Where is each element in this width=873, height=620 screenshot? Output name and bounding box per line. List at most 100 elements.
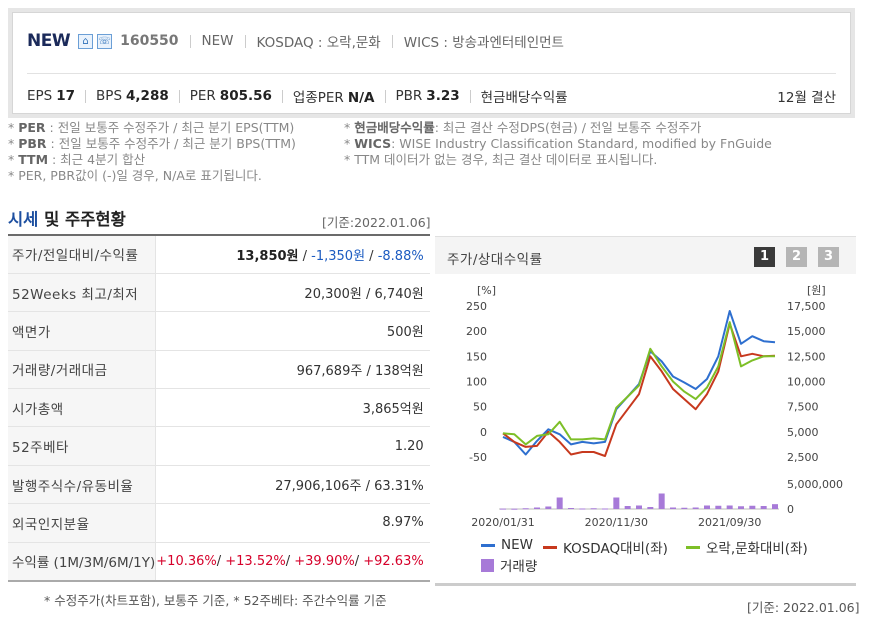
stock-identity-row: NEW ⌂ ☏ 160550 NEW KOSDAQ : 오락,문화 WICS :…: [27, 29, 564, 53]
stock-summary-card: NEW ⌂ ☏ 160550 NEW KOSDAQ : 오락,문화 WICS :…: [8, 8, 855, 118]
note-ttm: * TTM : 최근 4분기 합산: [8, 152, 146, 167]
x-tick-label: 2020/01/31: [471, 516, 534, 529]
legend-swatch: [481, 558, 494, 572]
settlement-month: 12월 결산: [777, 90, 836, 106]
price-values: 13,850원 / -1,350원 / -8.88%: [236, 248, 424, 264]
legend-swatch: [543, 545, 557, 549]
right-tick-label: 17,500: [787, 300, 826, 313]
returns-values: +10.36%/ +13.52%/ +39.90%/ +92.63%: [156, 553, 424, 569]
volume-bar: [647, 507, 654, 509]
table-row: 52주베타 1.20: [8, 426, 430, 466]
left-tick-label: -50: [469, 451, 487, 464]
volume-bar: [579, 508, 586, 510]
volume-bar: [602, 508, 608, 510]
right-tick-label: 2,500: [787, 451, 819, 464]
relative-return-chart: [%] [원] -50 0 50 100 150 200 250 2,500 5,000 7,500 1…: [466, 284, 843, 529]
volume-bar: [726, 505, 733, 509]
left-tick-label: 100: [466, 376, 487, 389]
chart-header: 주가/상대수익률 1 2 3: [435, 236, 856, 274]
market-sector: KOSDAQ : 오락,문화: [256, 35, 381, 51]
left-tick-label: 200: [466, 325, 487, 338]
metric-pbr: PBR 3.23: [395, 88, 460, 104]
volume-bar: [624, 506, 631, 509]
legend-item-new: NEW: [481, 537, 533, 553]
table-row: 주가/전일대비/수익률 13,850원 / -1,350원 / -8.88%: [8, 235, 430, 274]
volume-bar: [556, 497, 563, 509]
right-tick-label: 12,500: [787, 350, 826, 363]
volume-bar: [692, 507, 699, 509]
right-tick-label: 7,500: [787, 401, 819, 414]
left-tick-label: 0: [480, 426, 487, 439]
right-axis-unit: [원]: [807, 284, 826, 297]
note-per: * PER : 전일 보통주 수정주가 / 최근 분기 EPS(TTM): [8, 120, 295, 135]
volume-bar: [511, 508, 518, 510]
metrics-row: EPS 17 BPS 4,288 PER 805.56 업종PER N/A PBR 3.2…: [27, 86, 836, 106]
table-row: 수익률 (1M/3M/6M/1Y) +10.36%/ +13.52%/ +39.…: [8, 542, 430, 581]
note-negative: * PER, PBR값이 (-)일 경우, N/A로 표기됩니다.: [8, 168, 262, 183]
left-tick-label: 150: [466, 350, 487, 363]
legend-item-kosdaq: KOSDAQ대비(좌): [543, 537, 668, 557]
separator: [244, 34, 246, 48]
notes-right: * 현금배당수익률: 최근 결산 수정DPS(현금) / 전일 보통주 수정주가…: [344, 120, 772, 168]
metric-industry-per: 업종PER N/A: [292, 90, 375, 106]
metric-dividend-yield: 현금배당수익률: [480, 90, 568, 106]
stock-name: NEW: [27, 31, 71, 51]
volume-bar: [760, 506, 767, 509]
right-tick-label: 5,000: [787, 426, 819, 439]
note-wics: * WICS: WISE Industry Classification Sta…: [344, 136, 772, 151]
legend-item-sector: 오락,문화대비(좌): [686, 537, 808, 557]
note-ttm-fallback: * TTM 데이터가 없는 경우, 최근 결산 데이터로 표시됩니다.: [344, 152, 658, 167]
card-divider: [27, 73, 836, 74]
chart-page-1-button[interactable]: 1: [754, 247, 775, 267]
volume-bar: [704, 505, 710, 509]
volume-bar: [568, 508, 574, 509]
volume-bar: [738, 506, 744, 509]
left-axis-unit: [%]: [477, 284, 496, 297]
chart-title: 주가/상대수익률: [447, 252, 543, 268]
stock-name-en: NEW: [201, 33, 234, 49]
note-pbr: * PBR : 전일 보통주 수정주가 / 최근 분기 BPS(TTM): [8, 136, 296, 151]
table-footnote: * 수정주가(차트포함), 보통주 기준, * 52주베타: 주간수익률 기준: [44, 593, 387, 608]
separator: [391, 34, 393, 48]
volume-tick-label: 5,000,000: [787, 478, 843, 491]
volume-bar: [545, 506, 552, 509]
table-row: 거래량/거래대금 967,689주 / 138억원: [8, 350, 430, 389]
series-line-2: [502, 321, 775, 446]
returns-label: 수익률 (1M/3M/6M/1Y): [8, 542, 157, 581]
legend-swatch: [481, 543, 495, 547]
volume-bar: [590, 508, 597, 510]
table-row: 52Weeks 최고/최저 20,300원 / 6,740원: [8, 273, 430, 312]
table-row: 발행주식수/유동비율 27,906,106주 / 63.31%: [8, 465, 430, 504]
volume-bar: [522, 508, 529, 510]
volume-bar: [715, 505, 722, 509]
volume-bar: [500, 508, 506, 510]
home-icon[interactable]: ⌂: [78, 33, 94, 49]
metric-bps: BPS 4,288: [96, 88, 169, 104]
metric-per: PER 805.56: [189, 88, 272, 104]
right-tick-label: 15,000: [787, 325, 826, 338]
left-tick-label: 50: [473, 401, 487, 414]
table-row: 외국인지분율 8.97%: [8, 503, 430, 543]
chart-page-3-button[interactable]: 3: [818, 247, 839, 267]
x-tick-label: 2021/09/30: [698, 516, 761, 529]
chart-base-date: [기준: 2022.01.06]: [747, 600, 860, 615]
volume-bar: [670, 507, 676, 509]
legend-swatch: [686, 545, 700, 549]
volume-bar: [658, 493, 665, 509]
x-tick-label: 2020/11/30: [585, 516, 648, 529]
right-tick-label: 10,000: [787, 376, 826, 389]
table-base-date: [기준:2022.01.06]: [322, 215, 431, 230]
volume-bar: [636, 505, 642, 509]
chart-page-2-button[interactable]: 2: [786, 247, 807, 267]
volume-tick-label: 0: [787, 503, 794, 516]
section-title: 시세 및 주주현황: [8, 210, 126, 229]
table-row: 액면가 500원: [8, 311, 430, 351]
notes-left: * PER : 전일 보통주 수정주가 / 최근 분기 EPS(TTM) * P…: [8, 120, 296, 184]
left-tick-label: 250: [466, 300, 487, 313]
ir-icon[interactable]: ☏: [97, 33, 113, 49]
row-label: 주가/전일대비/수익률: [8, 235, 157, 274]
price-chart-panel: 주가/상대수익률 1 2 3 [%] [원] -50 0 50 100 150 200 250 2…: [435, 236, 856, 586]
volume-bar: [772, 504, 778, 509]
legend-item-volume: 거래량: [481, 555, 537, 575]
stock-code: 160550: [120, 33, 179, 49]
